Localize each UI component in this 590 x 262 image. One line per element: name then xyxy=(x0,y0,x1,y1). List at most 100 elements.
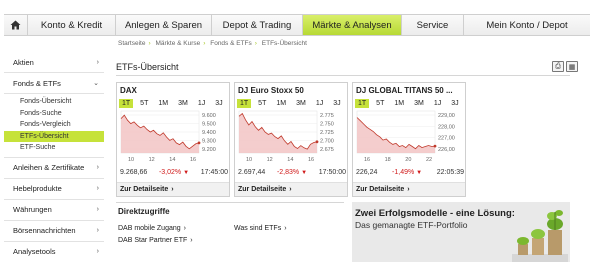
sidebar-item-aktien[interactable]: Aktien › xyxy=(4,52,104,73)
arrow-down-icon: ▼ xyxy=(183,170,190,176)
y-tick-label: 227,00 xyxy=(438,136,455,142)
sidebar-item-label: Anleihen & Zertifikate xyxy=(13,163,85,172)
detail-link[interactable]: Zur Detailseite › xyxy=(353,182,465,196)
x-tick-label: 12 xyxy=(149,157,155,163)
nav-konto-kredit[interactable]: Konto & Kredit xyxy=(28,15,116,35)
nav-maerkte-analysen[interactable]: Märkte & Analysen xyxy=(303,15,402,35)
price-value: 2.697,44 xyxy=(238,169,266,176)
promo-banner[interactable]: Zwei Erfolgsmodelle - eine Lösung: Das g… xyxy=(352,202,570,262)
sidebar-submenu: Fonds-Übersicht Fonds-Suche Fonds-Vergle… xyxy=(4,94,104,158)
y-tick-label: 226,00 xyxy=(438,147,455,153)
change-percent: -2,83% xyxy=(276,169,300,176)
tab-5t[interactable]: 5T xyxy=(373,99,387,108)
x-tick-label: 14 xyxy=(169,157,175,163)
quote-row: 226,24 -1,49% ▼ 22:05:39 xyxy=(356,169,464,176)
nav-home[interactable] xyxy=(4,15,28,35)
breadcrumb-etfs-uebersicht[interactable]: ETFs-Übersicht xyxy=(262,40,307,47)
sidebar: Aktien › Fonds & ETFs ⌄ Fonds-Übersicht Fo… xyxy=(4,52,104,262)
nav-depot-trading[interactable]: Depot & Trading xyxy=(212,15,303,35)
link-dab-star-partner[interactable]: DAB Star Partner ETF › xyxy=(118,237,193,244)
breadcrumb-fonds-etfs[interactable]: Fonds & ETFs xyxy=(210,40,252,47)
tab-3j[interactable]: 3J xyxy=(212,99,225,108)
sidebar-item-anleihen-zertifikate[interactable]: Anleihen & Zertifikate › xyxy=(4,157,104,179)
promo-subline: Das gemanagte ETF-Portfolio xyxy=(355,220,468,230)
tab-3m[interactable]: 3M xyxy=(411,99,427,108)
y-tick-label: 228,00 xyxy=(438,124,455,130)
tab-5t[interactable]: 5T xyxy=(137,99,151,108)
price-chart: 229,00 228,00 227,00 226,00 16 18 20 22 xyxy=(356,110,455,163)
quote-time: 22:05:39 xyxy=(436,169,464,176)
detail-link[interactable]: Zur Detailseite › xyxy=(117,182,229,196)
card-title: DJ GLOBAL TITANS 50 ... xyxy=(356,86,453,95)
x-tick-label: 16 xyxy=(190,157,196,163)
tab-3m[interactable]: 3M xyxy=(175,99,191,108)
sidebar-item-boersennachrichten[interactable]: Börsennachrichten › xyxy=(4,220,104,242)
detail-link[interactable]: Zur Detailseite › xyxy=(235,182,347,196)
tab-1j[interactable]: 1J xyxy=(431,99,444,108)
last-point-marker xyxy=(433,144,437,148)
nav-anlegen-sparen[interactable]: Anlegen & Sparen xyxy=(116,15,212,35)
price-chart: 2.775 2.750 2.725 2.700 2.675 10 12 14 16 xyxy=(238,110,334,163)
sidebar-item-waehrungen[interactable]: Währungen › xyxy=(4,199,104,221)
sidebar-item-fonds-etfs[interactable]: Fonds & ETFs ⌄ xyxy=(4,73,104,94)
chevron-down-icon: ⌄ xyxy=(93,80,99,87)
sidebar-item-hebelprodukte[interactable]: Hebelprodukte › xyxy=(4,178,104,200)
x-tick-label: 14 xyxy=(287,157,293,163)
chevron-right-icon: › xyxy=(171,186,174,193)
tab-1t[interactable]: 1T xyxy=(119,99,134,108)
tab-3m[interactable]: 3M xyxy=(293,99,309,108)
tab-1t[interactable]: 1T xyxy=(355,99,370,108)
tab-1t[interactable]: 1T xyxy=(237,99,252,108)
card-title: DJ Euro Stoxx 50 xyxy=(238,86,304,95)
chevron-right-icon: › xyxy=(96,164,99,171)
tab-1m[interactable]: 1M xyxy=(273,99,289,108)
tab-3j[interactable]: 3J xyxy=(330,99,343,108)
y-tick-label: 2.675 xyxy=(320,147,334,153)
sidebar-subitem-etfs-uebersicht[interactable]: ETFs-Übersicht xyxy=(4,130,104,142)
link-was-sind-etfs[interactable]: Was sind ETFs › xyxy=(234,225,287,232)
change-percent: -3,02% xyxy=(158,169,182,176)
change-percent: -1,49% xyxy=(392,169,415,176)
etf-card-global-titans: DJ GLOBAL TITANS 50 ... 1T 5T 1M 3M 1J 3… xyxy=(352,82,466,197)
sidebar-item-label: Fonds & ETFs xyxy=(13,78,61,88)
y-tick-label: 229,00 xyxy=(438,113,455,119)
breadcrumb-startseite[interactable]: Startseite xyxy=(118,40,145,47)
y-tick-label: 2.775 xyxy=(320,113,334,119)
x-tick-label: 18 xyxy=(385,157,391,163)
chevron-right-icon: › xyxy=(407,186,410,193)
y-tick-label: 2.700 xyxy=(320,139,334,145)
price-value: 9.268,66 xyxy=(120,169,148,176)
timeframe-tabs: 1T 5T 1M 3M 1J 3J xyxy=(237,99,348,108)
link-dab-mobile[interactable]: DAB mobile Zugang › xyxy=(118,225,186,232)
card-title: DAX xyxy=(120,86,137,95)
arrow-down-icon: ▼ xyxy=(416,170,423,176)
tab-1j[interactable]: 1J xyxy=(195,99,208,108)
price-value: 226,24 xyxy=(356,169,378,176)
tab-3j[interactable]: 3J xyxy=(448,99,461,108)
sidebar-item-label: Hebelprodukte xyxy=(13,184,62,193)
sidebar-subitem-fonds-uebersicht[interactable]: Fonds-Übersicht xyxy=(4,96,104,108)
x-tick-label: 12 xyxy=(267,157,273,163)
tab-1j[interactable]: 1J xyxy=(313,99,326,108)
link-label: DAB mobile Zugang xyxy=(118,225,181,232)
tab-5t[interactable]: 5T xyxy=(255,99,269,108)
sidebar-subitem-fonds-suche[interactable]: Fonds-Suche xyxy=(4,108,104,120)
breadcrumb-separator: › xyxy=(254,40,257,47)
print-icon[interactable]: ⎙ xyxy=(552,61,564,72)
link-label: DAB Star Partner ETF xyxy=(118,237,188,244)
breadcrumb-separator: › xyxy=(203,40,206,47)
nav-service[interactable]: Service xyxy=(402,15,464,35)
sidebar-item-label: Währungen xyxy=(13,205,52,214)
tab-1m[interactable]: 1M xyxy=(155,99,171,108)
sidebar-subitem-fonds-vergleich[interactable]: Fonds-Vergleich xyxy=(4,119,104,131)
calculator-icon[interactable]: ▦ xyxy=(566,61,578,72)
tab-1m[interactable]: 1M xyxy=(391,99,407,108)
sidebar-item-label: Börsennachrichten xyxy=(13,226,76,235)
nav-mein-konto-depot[interactable]: Mein Konto / Depot xyxy=(464,15,590,35)
quote-time: 17:50:00 xyxy=(318,169,346,176)
chevron-right-icon: › xyxy=(96,185,99,192)
sidebar-item-analysetools[interactable]: Analysetools › xyxy=(4,241,104,262)
etf-card-dax: DAX 1T 5T 1M 3M 1J 3J 9.600 9.500 9.400 9.3… xyxy=(116,82,230,197)
sidebar-subitem-etf-suche[interactable]: ETF-Suche xyxy=(4,142,104,154)
breadcrumb-maerkte-kurse[interactable]: Märkte & Kurse xyxy=(155,40,200,47)
